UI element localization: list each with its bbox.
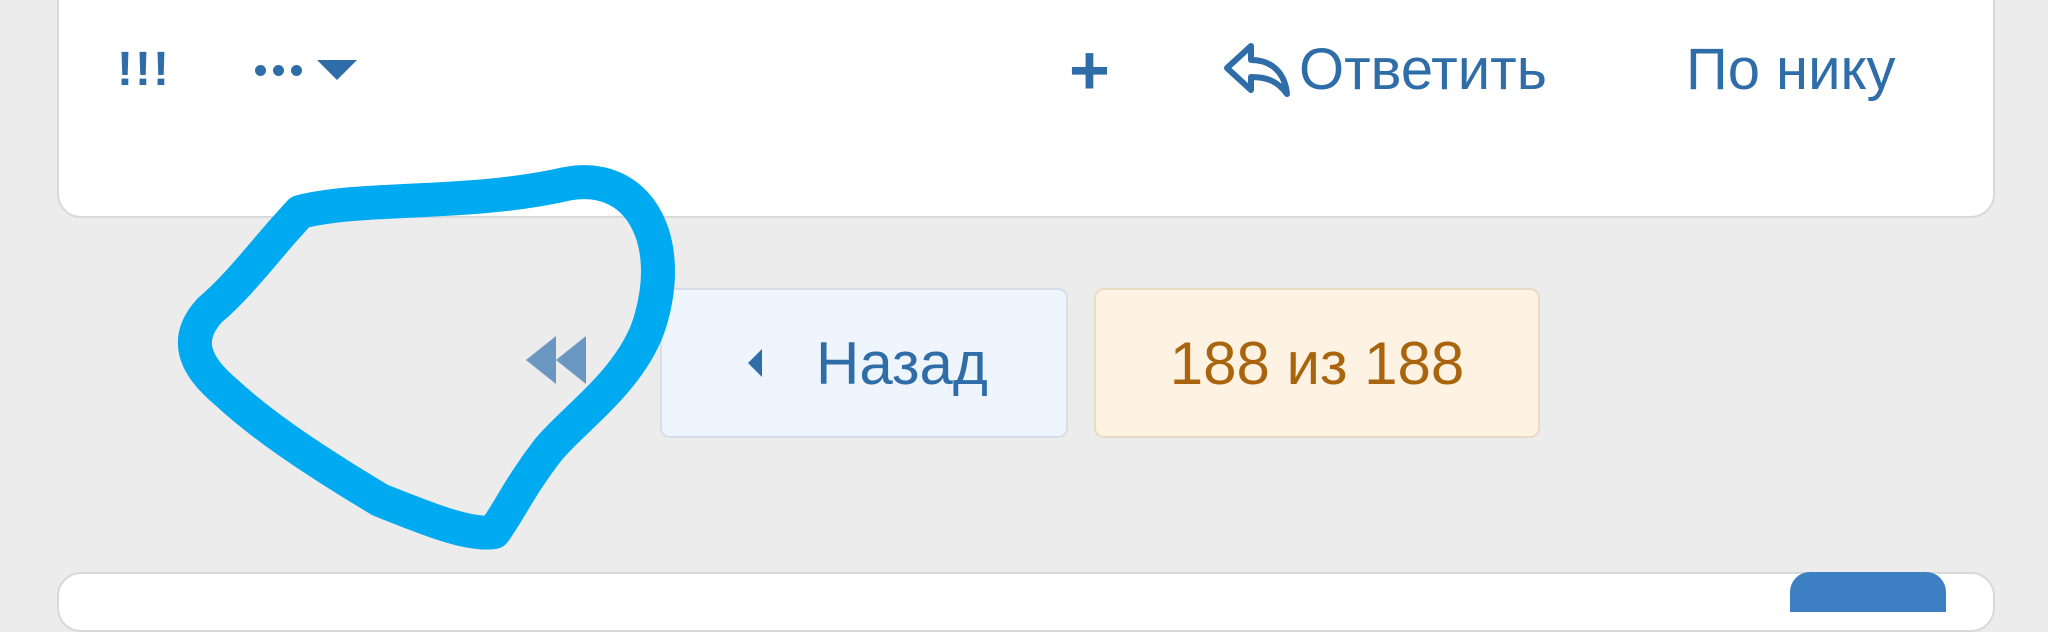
reply-icon	[1224, 43, 1290, 97]
next-post-action-button[interactable]	[1790, 572, 1946, 612]
post-card: !!! + Ответить По нику	[57, 0, 1995, 218]
page-indicator: 188 из 188	[1094, 288, 1540, 438]
add-button[interactable]: +	[1069, 32, 1110, 108]
chevron-down-icon	[317, 60, 357, 80]
double-left-arrow-icon	[526, 336, 586, 384]
reply-button[interactable]: Ответить	[1221, 32, 1547, 108]
next-post-card	[57, 572, 1995, 632]
post-actions-bar: !!! + Ответить По нику	[59, 32, 1993, 108]
chevron-left-icon	[748, 349, 762, 377]
more-options-button[interactable]	[255, 32, 357, 108]
first-page-button[interactable]	[520, 330, 600, 390]
ellipsis-icon	[255, 64, 309, 76]
by-nick-button[interactable]: По нику	[1686, 32, 1896, 108]
exclamation-button[interactable]: !!!	[117, 32, 171, 108]
prev-page-button[interactable]: Назад	[660, 288, 1068, 438]
reply-label: Ответить	[1299, 37, 1547, 102]
prev-page-label: Назад	[816, 329, 988, 397]
